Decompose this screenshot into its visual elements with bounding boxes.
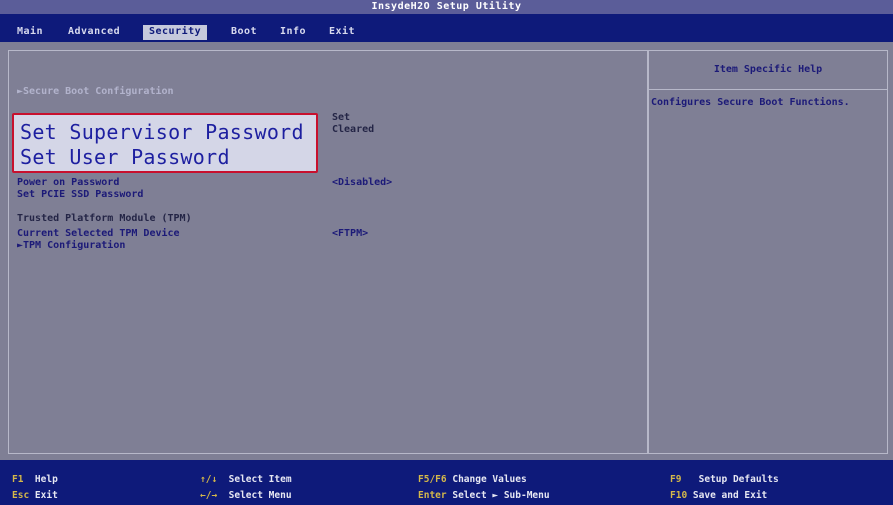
key-legend: F1 Help Esc Exit ↑/↓ Select Item ←/→ Sel… [0, 460, 893, 505]
key-hint-help: F1 Help [12, 474, 58, 486]
key-esc-desc: Exit [34, 490, 58, 501]
supervisor-password-status: Set [332, 112, 351, 123]
key-hint-select-menu: ←/→ Select Menu [200, 490, 292, 502]
key-f5-f6-desc: Change Values [452, 474, 527, 485]
key-left-right-desc: Select Menu [228, 490, 292, 501]
key-enter-desc: Select ► Sub-Menu [452, 490, 550, 501]
tab-security[interactable]: Security [143, 25, 208, 40]
help-panel: Item Specific Help Configures Secure Boo… [648, 50, 888, 454]
current-tpm-device-item[interactable]: Current Selected TPM Device [17, 228, 180, 240]
user-password-status: Cleared [332, 124, 375, 135]
key-up-down-desc: Select Item [228, 474, 292, 485]
power-on-password-item[interactable]: Power on Password [17, 177, 119, 189]
window-title: InsydeH2O Setup Utility [0, 0, 893, 14]
key-esc: Esc [12, 490, 30, 501]
key-f9-desc: Setup Defaults [698, 474, 779, 485]
key-hint-select-item: ↑/↓ Select Item [200, 474, 292, 486]
key-f1-desc: Help [34, 474, 58, 485]
key-f1: F1 [12, 474, 24, 485]
key-hint-sub-menu: Enter Select ► Sub-Menu [418, 490, 550, 502]
tab-advanced[interactable]: Advanced [68, 25, 120, 39]
help-title: Item Specific Help [649, 51, 887, 90]
key-f9: F9 [670, 474, 682, 485]
tab-boot[interactable]: Boot [231, 25, 257, 39]
current-tpm-device-value[interactable]: <FTPM> [332, 228, 368, 240]
key-enter: Enter [418, 490, 447, 501]
tpm-heading: Trusted Platform Module (TPM) [17, 213, 192, 224]
tab-main[interactable]: Main [17, 25, 43, 39]
menu-bar: Main Advanced Security Boot Info Exit [0, 14, 893, 42]
help-text: Configures Secure Boot Functions. [651, 97, 850, 108]
key-hint-exit: Esc Exit [12, 490, 58, 502]
set-pcie-ssd-password-item[interactable]: Set PCIE SSD Password [17, 189, 143, 201]
key-hint-change-values: F5/F6 Change Values [418, 474, 527, 486]
power-on-password-value[interactable]: <Disabled> [332, 177, 392, 189]
key-f10: F10 [670, 490, 688, 501]
key-hint-save-exit: F10 Save and Exit [670, 490, 767, 502]
settings-panel: ►Secure Boot Configuration Set Cleared P… [8, 50, 648, 454]
key-f10-desc: Save and Exit [692, 490, 768, 501]
key-hint-setup-defaults: F9 Setup Defaults [670, 474, 779, 486]
key-up-down: ↑/↓ [200, 474, 218, 485]
set-supervisor-password-item[interactable]: Set Supervisor Password [20, 121, 304, 143]
set-user-password-item[interactable]: Set User Password [20, 146, 230, 168]
tab-exit[interactable]: Exit [329, 25, 355, 39]
password-items-callout: Set Supervisor Password Set User Passwor… [12, 113, 318, 173]
key-left-right: ←/→ [200, 490, 218, 501]
tpm-configuration-item[interactable]: ►TPM Configuration [17, 240, 125, 252]
key-f5-f6: F5/F6 [418, 474, 447, 485]
tab-info[interactable]: Info [280, 25, 306, 39]
secure-boot-configuration-item[interactable]: ►Secure Boot Configuration [17, 86, 174, 98]
